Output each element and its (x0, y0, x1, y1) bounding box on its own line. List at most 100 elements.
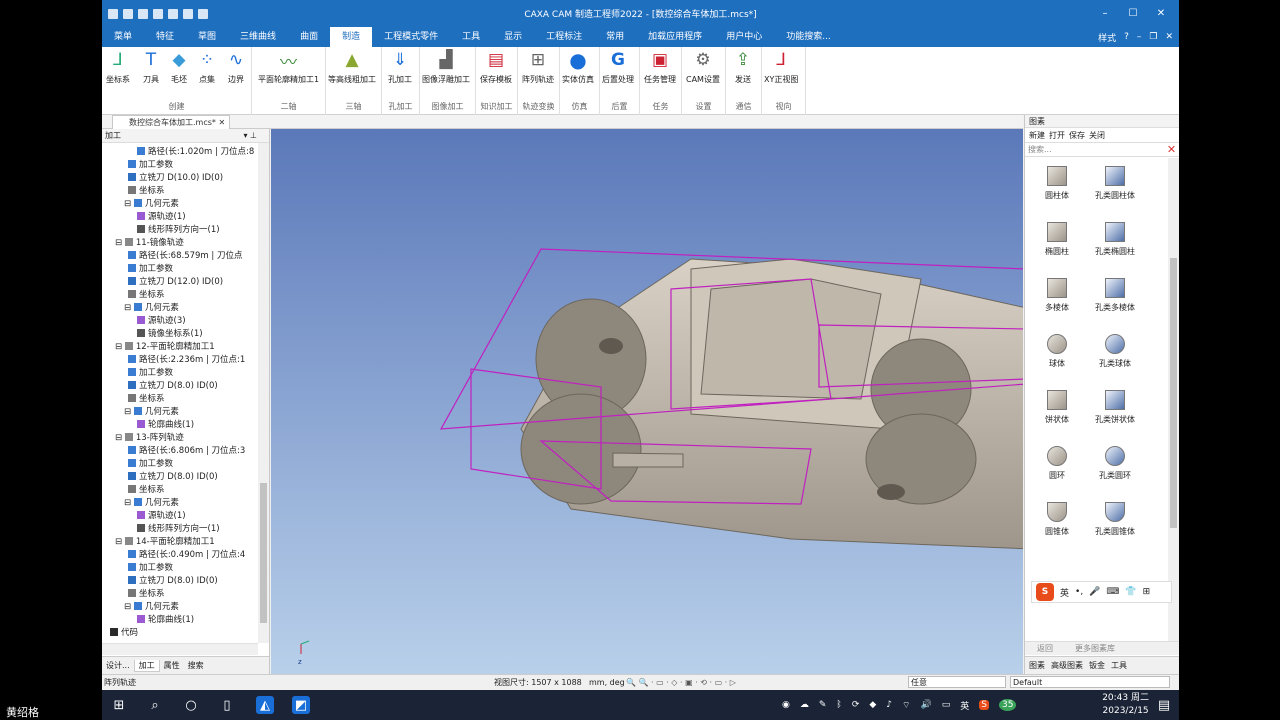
primitive-item[interactable]: 圆柱体 (1025, 158, 1089, 214)
task-manager-button[interactable]: ▣ 任务管理 (644, 49, 676, 85)
tree-node[interactable]: ⊟ 12-平面轮廓精加工1 (115, 341, 215, 354)
tree-node[interactable]: 源轨迹(1) (137, 510, 186, 523)
tab-design[interactable]: 设计... (102, 660, 134, 671)
mail-icon[interactable] (138, 8, 148, 19)
tree-node[interactable]: 加工参数 (128, 263, 173, 276)
maximize-button[interactable]: ☐ (1119, 0, 1147, 27)
tab-sheet-metal[interactable]: 钣金 (1089, 660, 1105, 671)
open-button[interactable]: 打开 (1049, 130, 1065, 141)
tree-node[interactable]: ⊟ 11-镜像轨迹 (115, 237, 184, 250)
notification-badge[interactable]: 35 (998, 699, 1017, 711)
expand-icon[interactable]: ⊟ (115, 238, 125, 248)
expand-icon[interactable]: ⊟ (124, 199, 134, 209)
menu-item-tools[interactable]: 工具 (450, 27, 492, 47)
skin-icon[interactable]: 👕 (1125, 587, 1136, 597)
tree-node[interactable]: 加工参数 (128, 458, 173, 471)
save-template-button[interactable]: ▤ 保存模板 (480, 49, 512, 85)
tree-node[interactable]: 坐标系 (128, 393, 165, 406)
tree-node[interactable]: 轮廓曲线(1) (137, 614, 194, 627)
primitive-item[interactable]: 饼状体 (1025, 382, 1089, 438)
tray-volume-icon[interactable]: ♪ (886, 700, 892, 710)
ime-indicator[interactable]: 英 (960, 699, 969, 712)
ime-language[interactable]: 英 (1060, 586, 1069, 599)
tree-node[interactable]: ⊟ 几何元素 (124, 497, 179, 510)
tree-node[interactable]: 镜像坐标系(1) (137, 328, 203, 341)
scrollbar-thumb[interactable] (260, 483, 267, 623)
tree-node[interactable]: ⊟ 13-阵列轨迹 (115, 432, 184, 445)
tree-node[interactable]: 线形阵列方向一(1) (137, 224, 220, 237)
primitive-item[interactable]: 圆环 (1025, 438, 1089, 494)
send-button[interactable]: ⇪ 发送 (732, 49, 754, 85)
tab-advanced-primitives[interactable]: 高级图素 (1051, 660, 1083, 671)
select-filter-dropdown[interactable]: 任意 (908, 676, 1006, 688)
waterline-rough-button[interactable]: ▲ 等高线粗加工 (328, 49, 376, 85)
expand-icon[interactable]: ⊟ (124, 498, 134, 508)
expand-icon[interactable]: ⊟ (115, 342, 125, 352)
ribbon-minimize-button[interactable]: – (1137, 32, 1142, 42)
caxa-app-icon[interactable]: ◭ (256, 696, 274, 714)
primitive-item[interactable]: 孔类饼状体 (1083, 382, 1147, 438)
tree-node[interactable]: 路径(长:1.020m | 刀位点:8 (137, 146, 254, 159)
tree-node[interactable]: 路径(长:2.236m | 刀位点:1 (128, 354, 245, 367)
tray-cloud-icon[interactable]: ☁ (800, 700, 809, 710)
primitive-search-input[interactable]: 搜索... ✕ (1025, 143, 1179, 157)
view-tools-icon[interactable]: 🔍 🔍 · ▭ · ◇ · ▣ · ⟲ · ▭ · ▷ (626, 675, 736, 690)
blank-button[interactable]: ◆ 毛坯 (168, 49, 190, 85)
primitive-item[interactable]: 孔类椭圆柱 (1083, 214, 1147, 270)
menu-item-menu[interactable]: 菜单 (102, 27, 144, 47)
tab-machining[interactable]: 加工 (133, 659, 160, 672)
undo-icon[interactable] (183, 8, 193, 19)
menu-item-display[interactable]: 显示 (492, 27, 534, 47)
expand-icon[interactable]: ⊟ (124, 303, 134, 313)
new-file-icon[interactable] (123, 8, 133, 19)
tab-tools[interactable]: 工具 (1111, 660, 1127, 671)
task-view-icon[interactable]: ▯ (218, 696, 236, 714)
cortana-icon[interactable]: ○ (182, 696, 200, 714)
menu-item-user-center[interactable]: 用户中心 (714, 27, 774, 47)
3d-viewport[interactable]: z (271, 129, 1023, 674)
tree-node[interactable]: 加工参数 (128, 562, 173, 575)
redo-icon[interactable] (198, 8, 208, 19)
tree-node[interactable]: 立铣刀 D(12.0) ID(0) (128, 276, 223, 289)
tree-node[interactable]: 轮廓曲线(1) (137, 419, 194, 432)
tree-node[interactable]: 源轨迹(1) (137, 211, 186, 224)
system-clock[interactable]: 20:43 周二 2023/2/15 (1102, 692, 1149, 718)
primitive-item[interactable]: 孔类圆环 (1083, 438, 1147, 494)
cam-app-icon[interactable]: ◩ (292, 696, 310, 714)
primitive-item[interactable]: 圆锥体 (1025, 494, 1089, 550)
tree-node[interactable]: 代码 (110, 627, 138, 640)
post-process-button[interactable]: G 后置处理 (602, 49, 634, 85)
tree-node[interactable]: 线形阵列方向一(1) (137, 523, 220, 536)
tree-node[interactable]: 加工参数 (128, 367, 173, 380)
bluetooth-icon[interactable]: ᛒ (836, 700, 841, 710)
primitive-item[interactable]: 孔类多棱体 (1083, 270, 1147, 326)
more-library-button[interactable]: 更多图素库 (1075, 643, 1115, 654)
primitive-item[interactable]: 球体 (1025, 326, 1089, 382)
clear-icon[interactable]: ✕ (1166, 144, 1177, 155)
tree-node[interactable]: 路径(长:68.579m | 刀位点 (128, 250, 242, 263)
tab-search[interactable]: 搜索 (184, 660, 208, 671)
tree-node[interactable]: 立铣刀 D(8.0) ID(0) (128, 575, 218, 588)
tree-node[interactable]: 坐标系 (128, 185, 165, 198)
hole-machining-button[interactable]: ⇓ 孔加工 (388, 49, 412, 85)
tool-button[interactable]: T 刀具 (140, 49, 162, 85)
tab-primitives[interactable]: 图素 (1029, 660, 1045, 671)
microphone-icon[interactable]: 🎤 (1089, 587, 1100, 597)
battery-icon[interactable]: ▭ (942, 700, 951, 710)
style-menu[interactable]: 样式 (1098, 31, 1116, 44)
expand-icon[interactable]: ⊟ (124, 602, 134, 612)
tree-node[interactable]: 路径(长:0.490m | 刀位点:4 (128, 549, 245, 562)
primitive-item[interactable]: 孔类球体 (1083, 326, 1147, 382)
image-relief-button[interactable]: ▟ 图像浮雕加工 (422, 49, 470, 85)
primitive-item[interactable]: 椭圆柱 (1025, 214, 1089, 270)
menu-item-3d-curve[interactable]: 三维曲线 (228, 27, 288, 47)
panel-pin-icon[interactable]: ▾ ⊥ (243, 129, 257, 143)
coordinate-system-button[interactable]: ⅃ 坐标系 (106, 49, 130, 85)
tray-pen-icon[interactable]: ✎ (819, 700, 827, 710)
menu-item-load-app[interactable]: 加载应用程序 (636, 27, 714, 47)
minimize-button[interactable]: – (1091, 0, 1119, 27)
tree-node[interactable]: 立铣刀 D(8.0) ID(0) (128, 471, 218, 484)
menu-item-feature[interactable]: 特征 (144, 27, 186, 47)
cam-settings-button[interactable]: ⚙ CAM设置 (686, 49, 720, 85)
expand-icon[interactable]: ⊟ (115, 433, 125, 443)
